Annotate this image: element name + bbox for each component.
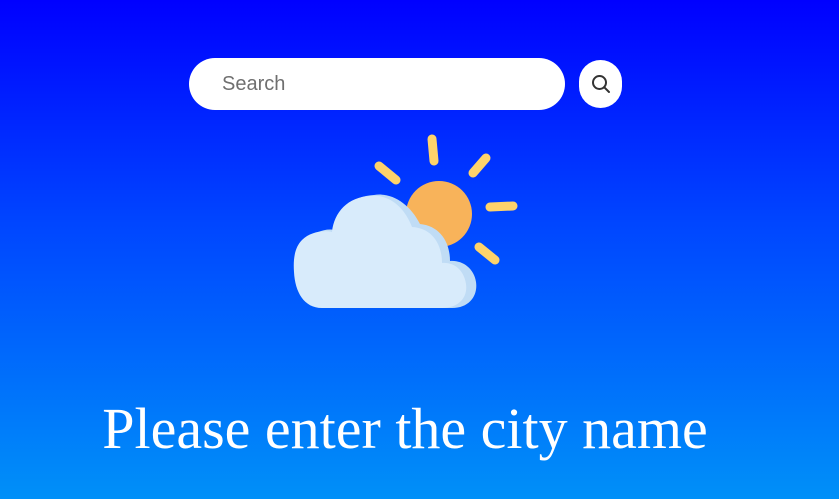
search-input[interactable] <box>189 58 565 110</box>
search-bar <box>189 58 622 110</box>
search-icon <box>591 75 610 93</box>
search-button[interactable] <box>579 60 622 108</box>
partly-cloudy-icon <box>293 134 518 308</box>
instruction-message: Please enter the city name <box>102 396 708 461</box>
